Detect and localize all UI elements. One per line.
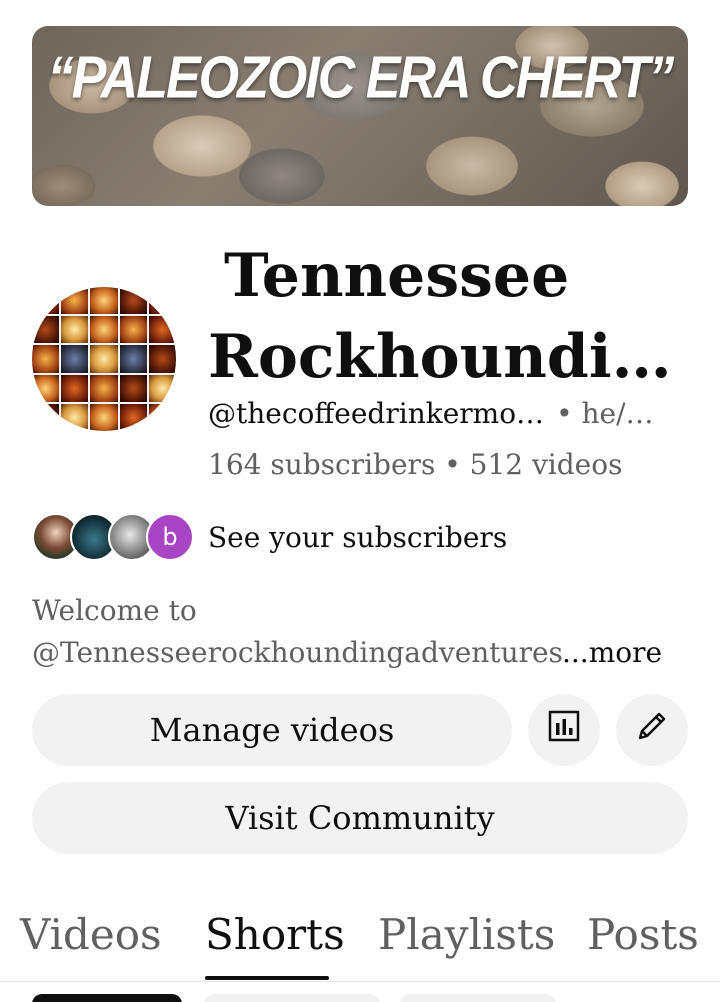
- tab-posts[interactable]: Posts: [587, 910, 699, 959]
- see-subscribers-row[interactable]: b See your subscribers: [32, 511, 507, 563]
- divider: [0, 981, 720, 982]
- filter-chip[interactable]: [32, 994, 182, 1002]
- channel-tabs: Videos Shorts Playlists Posts: [0, 900, 720, 982]
- subscriber-avatar: b: [146, 513, 194, 561]
- description-line2: @Tennesseerockhoundingadventures: [32, 636, 562, 669]
- channel-name-line1: Tennessee: [224, 241, 570, 311]
- channel-description[interactable]: Welcome to @Tennesseerockhoundingadventu…: [32, 590, 672, 674]
- see-subscribers-link[interactable]: See your subscribers: [208, 521, 507, 554]
- channel-name-line2: Rockhoundin…: [208, 322, 698, 392]
- tab-videos[interactable]: Videos: [20, 910, 162, 959]
- description-line1: Welcome to: [32, 594, 197, 627]
- tab-shorts[interactable]: Shorts: [205, 910, 345, 959]
- edit-channel-button[interactable]: [616, 694, 688, 766]
- selected-tab-indicator: [205, 976, 329, 980]
- tab-playlists[interactable]: Playlists: [378, 910, 555, 959]
- pencil-icon: [632, 706, 672, 754]
- bar-chart-icon: [547, 709, 581, 751]
- manage-videos-button[interactable]: Manage videos: [32, 694, 512, 766]
- more-link[interactable]: ...more: [562, 632, 662, 674]
- subscriber-avatars: b: [32, 511, 194, 563]
- channel-banner: “PALEOZOIC ERA CHERT”: [32, 26, 688, 206]
- filter-chips: [0, 994, 720, 1002]
- channel-handle[interactable]: @thecoffeedrinkermo…: [208, 397, 544, 430]
- channel-handle-row[interactable]: @thecoffeedrinkermo… • he/…: [208, 397, 678, 430]
- channel-pronouns[interactable]: • he/…: [556, 397, 653, 430]
- filter-chip[interactable]: [400, 994, 556, 1002]
- channel-name: Tennessee Rockhoundin…: [208, 236, 698, 398]
- banner-text: “PALEOZOIC ERA CHERT”: [47, 44, 674, 112]
- channel-avatar[interactable]: [32, 287, 176, 431]
- filter-chip[interactable]: [204, 994, 380, 1002]
- analytics-button[interactable]: [528, 694, 600, 766]
- visit-community-button[interactable]: Visit Community: [32, 782, 688, 854]
- channel-stats: 164 subscribers • 512 videos: [208, 448, 623, 481]
